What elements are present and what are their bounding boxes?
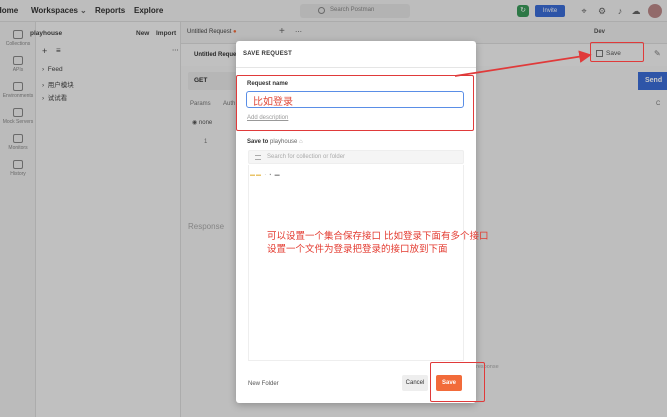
divider	[236, 67, 476, 68]
filter-icon	[255, 155, 261, 160]
annotation-note: 可以设置一个集合保存接口 比如登录下面有多个接口 设置一个文件为登录把登录的接口…	[267, 231, 489, 255]
cancel-button[interactable]: Cancel	[402, 375, 428, 391]
collection-list[interactable]	[248, 165, 464, 361]
annotation-highlight-request-name	[236, 75, 474, 131]
annotation-highlight-top-save	[590, 42, 644, 62]
collection-item[interactable]: ▬▬ · ▪ ▬	[250, 172, 281, 178]
save-to-label: Save to playhouse ⌂	[247, 139, 303, 145]
save-to-workspace: playhouse	[270, 139, 298, 145]
collection-search-input[interactable]: Search for collection or folder	[248, 150, 464, 164]
new-folder-button[interactable]: New Folder	[248, 381, 279, 387]
annotation-highlight-save	[430, 362, 485, 402]
dialog-title: SAVE REQUEST	[243, 51, 292, 57]
